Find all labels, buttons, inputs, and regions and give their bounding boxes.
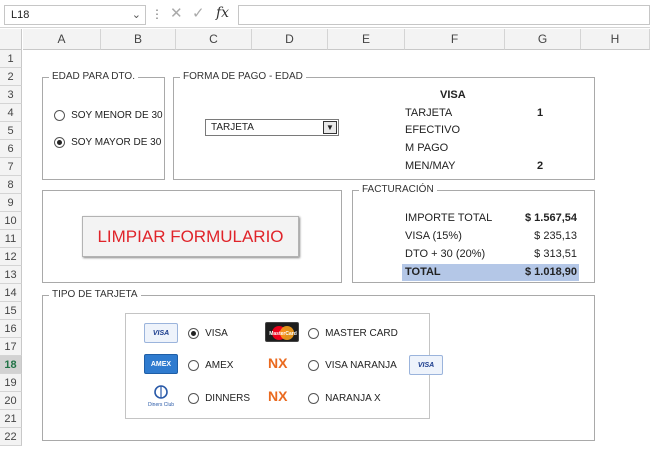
column-header-b[interactable]: B — [101, 29, 176, 50]
row-header[interactable]: 6 — [0, 140, 22, 158]
column-header-a[interactable]: A — [23, 29, 101, 50]
forma-pago-panel-title: FORMA DE PAGO - EDAD — [180, 71, 306, 82]
radio-button[interactable] — [188, 359, 199, 371]
mastercard-logo-icon: MasterCard — [265, 322, 299, 342]
forma-pago-dropdown[interactable]: TARJETA ▼ — [205, 119, 339, 136]
column-header-c[interactable]: C — [176, 29, 252, 50]
more-options-icon[interactable]: ⋮ — [151, 7, 163, 21]
row-header[interactable]: 21 — [0, 410, 22, 428]
column-header-g[interactable]: G — [505, 29, 581, 50]
forma-pago-value: 2 — [537, 160, 544, 172]
radio-menor-30[interactable]: SOY MENOR DE 30 — [54, 109, 163, 121]
nx-logo-icon: NX — [268, 355, 288, 371]
forma-pago-header: VISA — [440, 89, 466, 101]
facturacion-value: $ 235,13 — [534, 230, 577, 242]
column-header-f[interactable]: F — [405, 29, 505, 50]
row-header[interactable]: 2 — [0, 68, 22, 86]
forma-pago-label: EFECTIVO — [405, 124, 461, 136]
row-header[interactable]: 13 — [0, 266, 22, 284]
dropdown-value: TARJETA — [211, 122, 254, 133]
radio-mayor-30[interactable]: SOY MAYOR DE 30 — [54, 136, 161, 148]
enter-icon[interactable]: ✓ — [192, 4, 205, 22]
radio-button[interactable] — [308, 359, 319, 371]
radio-amex[interactable]: AMEX — [188, 359, 233, 371]
forma-pago-label: MEN/MAY — [405, 160, 456, 172]
row-header[interactable]: 7 — [0, 158, 22, 176]
row-header[interactable]: 14 — [0, 284, 22, 302]
dropdown-arrow-icon[interactable]: ▼ — [323, 121, 337, 134]
radio-visa-naranja[interactable]: VISA NARANJA — [308, 359, 397, 371]
cancel-icon[interactable]: ✕ — [170, 4, 183, 22]
radio-button[interactable] — [308, 327, 319, 339]
limpiar-formulario-button[interactable]: LIMPIAR FORMULARIO — [82, 216, 299, 257]
facturacion-value: $ 313,51 — [534, 248, 577, 260]
formula-bar: L18 ⌄ ⋮ ✕ ✓ fx — [0, 0, 650, 28]
visa-logo-icon: VISA — [144, 323, 178, 343]
visa-selected-logo-icon: VISA — [409, 355, 443, 375]
row-header[interactable]: 9 — [0, 194, 22, 212]
radio-label: DINNERS — [205, 393, 251, 404]
chevron-down-icon[interactable]: ⌄ — [132, 8, 141, 21]
radio-label: MASTER CARD — [325, 328, 398, 339]
facturacion-total-label: TOTAL — [405, 266, 441, 278]
column-header-h[interactable]: H — [581, 29, 650, 50]
radio-dinners[interactable]: DINNERS — [188, 392, 250, 404]
column-header-e[interactable]: E — [328, 29, 405, 50]
radio-button[interactable] — [308, 392, 319, 404]
facturacion-total-value: $ 1.018,90 — [525, 266, 577, 278]
row-header-selected[interactable]: 18 — [0, 356, 22, 374]
select-all-corner[interactable] — [0, 29, 22, 50]
row-header[interactable]: 22 — [0, 428, 22, 446]
facturacion-value: $ 1.567,54 — [525, 212, 577, 224]
row-header[interactable]: 16 — [0, 320, 22, 338]
nx-logo-icon: NX — [268, 388, 288, 404]
formula-input[interactable] — [238, 5, 650, 25]
row-header[interactable]: 5 — [0, 122, 22, 140]
name-box[interactable]: L18 ⌄ — [4, 5, 146, 25]
diners-logo-icon: Diners Club — [144, 385, 178, 411]
name-box-value: L18 — [11, 9, 30, 21]
column-header-d[interactable]: D — [252, 29, 328, 50]
row-header[interactable]: 20 — [0, 392, 22, 410]
forma-pago-value: 1 — [537, 107, 544, 119]
amex-logo-icon: AMEX — [144, 354, 178, 374]
radio-naranja-x[interactable]: NARANJA X — [308, 392, 381, 404]
radio-button-selected[interactable] — [54, 136, 65, 148]
svg-text:MasterCard: MasterCard — [269, 331, 297, 337]
row-header[interactable]: 11 — [0, 230, 22, 248]
radio-visa[interactable]: VISA — [188, 327, 228, 339]
radio-button[interactable] — [188, 392, 199, 404]
radio-label: AMEX — [205, 360, 234, 371]
forma-pago-label: M PAGO — [405, 142, 449, 154]
radio-label: SOY MAYOR DE 30 — [71, 137, 162, 148]
row-header[interactable]: 8 — [0, 176, 22, 194]
facturacion-label: DTO + 30 (20%) — [405, 248, 486, 260]
radio-master-card[interactable]: MASTER CARD — [308, 327, 398, 339]
radio-label: NARANJA X — [325, 393, 381, 404]
diners-logo-text: Diners Club — [147, 402, 175, 408]
facturacion-label: VISA (15%) — [405, 230, 462, 242]
edad-panel: EDAD PARA DTO. — [42, 71, 165, 180]
diners-circle-icon — [154, 385, 168, 399]
radio-label: VISA NARANJA — [325, 360, 397, 371]
radio-label: VISA — [205, 328, 228, 339]
row-header[interactable]: 15 — [0, 302, 22, 320]
radio-button[interactable] — [54, 109, 65, 121]
tipo-tarjeta-panel-title: TIPO DE TARJETA — [49, 289, 141, 300]
edad-panel-title: EDAD PARA DTO. — [49, 71, 138, 82]
row-header[interactable]: 1 — [0, 50, 22, 68]
forma-pago-label: TARJETA — [405, 107, 453, 119]
row-header[interactable]: 12 — [0, 248, 22, 266]
row-header[interactable]: 3 — [0, 86, 22, 104]
facturacion-label: IMPORTE TOTAL — [405, 212, 493, 224]
row-header[interactable]: 4 — [0, 104, 22, 122]
row-header[interactable]: 19 — [0, 374, 22, 392]
row-header[interactable]: 17 — [0, 338, 22, 356]
mastercard-circles-icon: MasterCard — [269, 326, 297, 340]
radio-label: SOY MENOR DE 30 — [71, 110, 163, 121]
facturacion-panel-title: FACTURACIÓN — [359, 184, 437, 195]
radio-button-selected[interactable] — [188, 327, 199, 339]
row-header[interactable]: 10 — [0, 212, 22, 230]
fx-icon[interactable]: fx — [216, 5, 229, 21]
